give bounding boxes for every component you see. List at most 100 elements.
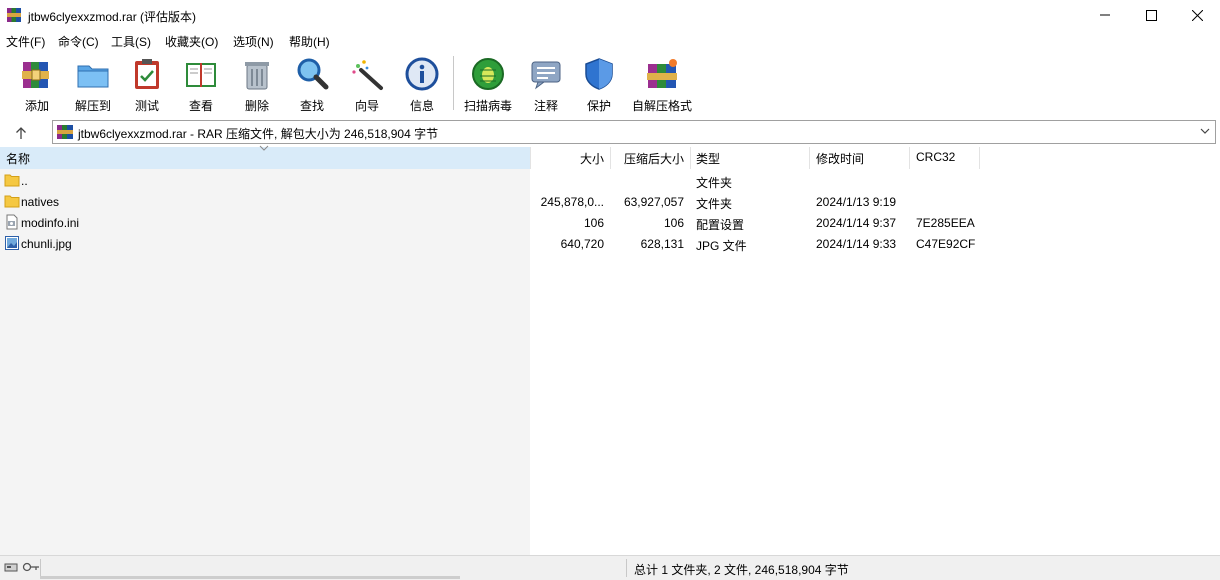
minimize-button[interactable] <box>1082 0 1128 30</box>
file-size: 106 <box>583 216 604 230</box>
crc-column-header[interactable]: CRC32 <box>916 150 955 164</box>
window-title: jtbw6clyexxzmod.rar (评估版本) <box>28 10 197 24</box>
column-divider[interactable] <box>809 147 810 169</box>
scan-virus-label: 扫描病毒 <box>463 99 512 113</box>
scan-virus-button[interactable]: 扫描病毒 <box>460 54 516 113</box>
toolbar: 添加 解压到 测试 查看 删除 查找 向导 信息 扫描病毒 注释 保护 自解压格… <box>0 50 1220 116</box>
view-button[interactable]: 查看 <box>178 54 224 113</box>
file-packed-size: 628,131 <box>640 237 684 251</box>
winrar-app-icon <box>7 8 21 22</box>
file-row-parent[interactable]: .. 文件夹 <box>0 170 1220 191</box>
arrow-up-icon <box>16 127 26 139</box>
comment-icon <box>531 61 561 90</box>
horizontal-scrollbar[interactable] <box>40 576 460 579</box>
wizard-label: 向导 <box>354 99 379 113</box>
menu-file[interactable]: 文件(F) <box>6 33 45 50</box>
delete-label: 删除 <box>244 99 269 113</box>
menu-favorites[interactable]: 收藏夹(O) <box>165 33 218 50</box>
column-divider[interactable] <box>530 147 531 169</box>
close-button[interactable] <box>1174 0 1220 30</box>
file-modified: 2024/1/14 9:33 <box>816 237 897 251</box>
magnifier-icon <box>297 58 329 90</box>
delete-button[interactable]: 删除 <box>234 54 280 113</box>
info-button[interactable]: 信息 <box>399 54 445 113</box>
menu-help[interactable]: 帮助(H) <box>289 33 330 50</box>
key-icon[interactable] <box>22 560 40 574</box>
file-row-natives[interactable]: natives 245,878,0... 63,927,057 文件夹 2024… <box>0 191 1220 212</box>
find-button[interactable]: 查找 <box>289 54 335 113</box>
protect-label: 保护 <box>586 99 611 113</box>
title-bar: jtbw6clyexxzmod.rar (评估版本) <box>0 0 1220 30</box>
sfx-button[interactable]: 自解压格式 <box>630 54 694 113</box>
menu-commands[interactable]: 命令(C) <box>58 33 99 50</box>
file-name: chunli.jpg <box>21 237 72 251</box>
info-icon <box>405 57 439 91</box>
close-icon <box>1191 9 1203 21</box>
file-crc: C47E92CF <box>916 237 976 251</box>
up-level-button[interactable] <box>6 122 36 144</box>
extract-to-button[interactable]: 解压到 <box>68 54 118 113</box>
file-type: 文件夹 <box>696 176 733 190</box>
file-type: 配置设置 <box>696 218 745 232</box>
column-divider[interactable] <box>909 147 910 169</box>
name-header-label: 名称 <box>6 152 31 166</box>
minimize-icon <box>1100 14 1110 16</box>
type-column-header[interactable]: 类型 <box>696 150 720 167</box>
extract-to-label: 解压到 <box>74 99 111 113</box>
find-label: 查找 <box>299 99 324 113</box>
file-size: 245,878,0... <box>540 195 604 209</box>
size-column-header[interactable]: 大小 <box>580 150 604 167</box>
archive-path-field[interactable]: jtbw6clyexxzmod.rar - RAR 压缩文件, 解包大小为 24… <box>52 120 1216 144</box>
comment-button[interactable]: 注释 <box>523 54 569 113</box>
file-packed-size: 106 <box>663 216 684 230</box>
test-clipboard-icon <box>135 59 159 89</box>
rar-archive-icon <box>57 125 73 139</box>
image-file-icon <box>5 236 19 250</box>
column-divider[interactable] <box>979 147 980 169</box>
status-bar: 总计 1 文件夹, 2 文件, 246,518,904 字节 <box>0 555 1220 580</box>
status-divider <box>40 559 41 577</box>
menu-options[interactable]: 选项(N) <box>233 33 274 50</box>
maximize-icon <box>1145 9 1157 21</box>
test-button[interactable]: 测试 <box>124 54 170 113</box>
menu-tools[interactable]: 工具(S) <box>111 33 151 50</box>
column-divider[interactable] <box>610 147 611 169</box>
magic-wand-icon <box>352 60 383 90</box>
trash-can-icon <box>245 62 269 90</box>
file-row-chunli[interactable]: chunli.jpg 640,720 628,131 JPG 文件 2024/1… <box>0 233 1220 254</box>
add-archive-icon <box>22 62 49 88</box>
file-type: 文件夹 <box>696 197 733 211</box>
status-divider <box>626 559 627 577</box>
protect-button[interactable]: 保护 <box>576 54 622 113</box>
add-label: 添加 <box>24 99 49 113</box>
chevron-down-icon[interactable] <box>1199 125 1211 137</box>
file-name: natives <box>21 195 60 209</box>
maximize-button[interactable] <box>1128 0 1174 30</box>
folder-up-icon <box>4 174 20 187</box>
virus-scan-icon <box>472 58 504 90</box>
ini-file-icon <box>6 214 18 230</box>
file-size: 640,720 <box>560 237 604 251</box>
column-divider[interactable] <box>690 147 691 169</box>
file-list: 名称 大小 压缩后大小 类型 修改时间 CRC32 .. 文件夹 natives… <box>0 145 1220 555</box>
extract-folder-icon <box>77 65 109 88</box>
packed-column-header[interactable]: 压缩后大小 <box>624 150 684 167</box>
wizard-button[interactable]: 向导 <box>344 54 390 113</box>
sfx-archive-icon <box>647 59 677 88</box>
comment-label: 注释 <box>533 99 558 113</box>
modified-column-header[interactable]: 修改时间 <box>816 150 864 167</box>
file-row-modinfo[interactable]: modinfo.ini 106 106 配置设置 2024/1/14 9:37 … <box>0 212 1220 233</box>
file-name: .. <box>21 174 28 188</box>
test-label: 测试 <box>134 99 159 113</box>
sfx-label: 自解压格式 <box>631 99 692 113</box>
sort-indicator-icon <box>259 145 269 151</box>
add-button[interactable]: 添加 <box>14 54 60 113</box>
file-type: JPG 文件 <box>696 239 747 253</box>
drive-icon[interactable] <box>4 560 18 574</box>
toolbar-separator <box>453 56 454 110</box>
file-name: modinfo.ini <box>21 216 80 230</box>
shield-icon <box>585 58 613 90</box>
file-crc: 7E285EEA <box>916 216 975 230</box>
folder-icon <box>4 195 20 208</box>
file-modified: 2024/1/14 9:37 <box>816 216 897 230</box>
